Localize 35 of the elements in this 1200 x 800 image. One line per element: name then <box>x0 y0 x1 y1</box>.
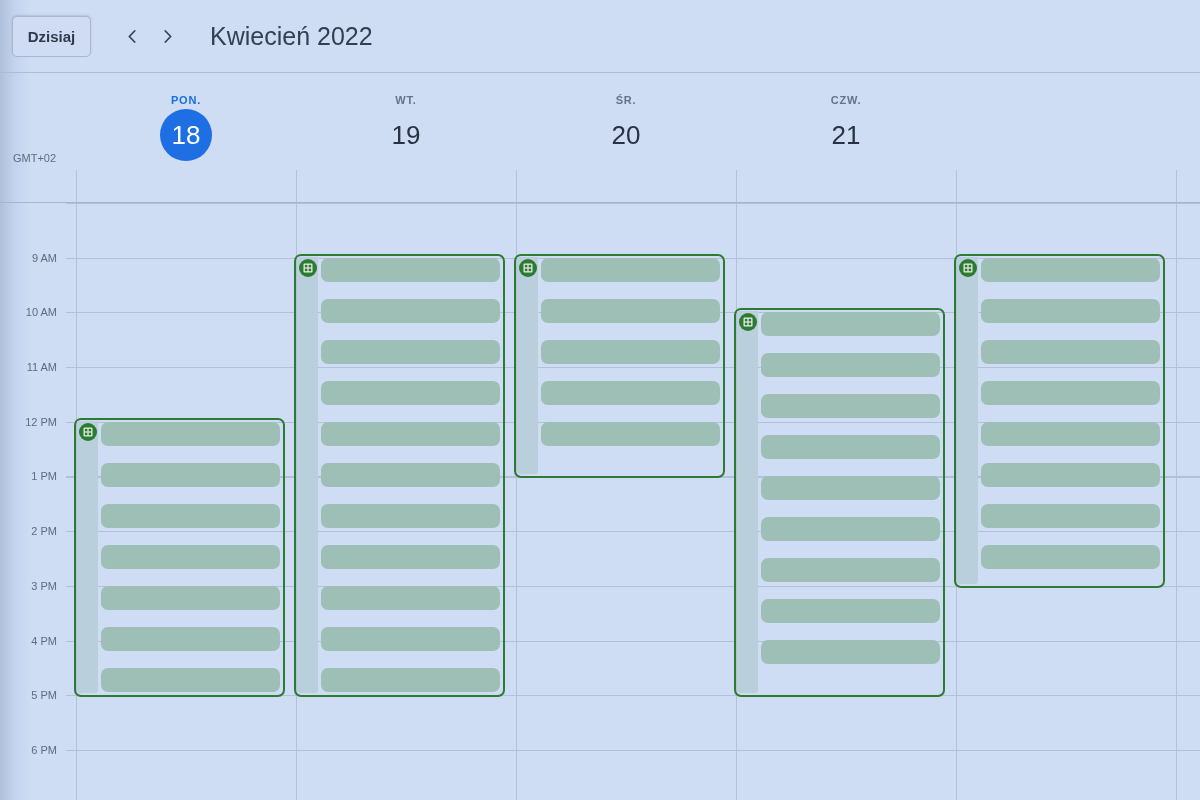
time-label: 6 PM <box>30 742 58 758</box>
grid-icon <box>518 258 537 277</box>
time-label: 10 AM <box>24 305 58 321</box>
previous-button[interactable] <box>128 29 136 43</box>
time-label: 4 PM <box>30 633 58 649</box>
chevron-left-icon <box>128 29 136 43</box>
chevron-right-icon <box>164 29 172 43</box>
event-card[interactable] <box>514 253 725 479</box>
grid-icon <box>298 258 317 277</box>
grid-icon <box>738 313 757 332</box>
time-label: 5 PM <box>30 688 58 704</box>
next-button[interactable] <box>164 29 172 43</box>
event-card[interactable] <box>294 253 505 698</box>
today-button[interactable]: Dzisiaj <box>12 15 91 57</box>
grid-icon <box>78 422 97 441</box>
timezone-label: GMT+02 <box>13 152 58 164</box>
time-label: 1 PM <box>30 469 58 485</box>
date-number[interactable]: 18 <box>160 109 212 161</box>
weekday-label: WT. <box>395 93 417 107</box>
time-label: 3 PM <box>30 578 58 594</box>
weekday-label: CZW. <box>830 93 862 107</box>
date-number[interactable]: 19 <box>380 109 432 161</box>
event-card[interactable] <box>74 417 285 698</box>
event-card[interactable] <box>734 308 945 698</box>
event-card[interactable] <box>954 253 1165 588</box>
time-label: 11 AM <box>25 360 58 376</box>
month-title: Kwiecień 2022 <box>210 21 373 51</box>
date-number[interactable]: 20 <box>600 109 652 161</box>
date-number[interactable]: 21 <box>820 109 872 161</box>
time-label: 2 PM <box>30 524 58 540</box>
time-label: 9 AM <box>30 250 58 266</box>
weekday-label: PON. <box>170 93 202 107</box>
weekday-label: ŚR. <box>615 93 637 107</box>
time-label: 12 PM <box>24 414 58 430</box>
grid-icon <box>958 258 977 277</box>
